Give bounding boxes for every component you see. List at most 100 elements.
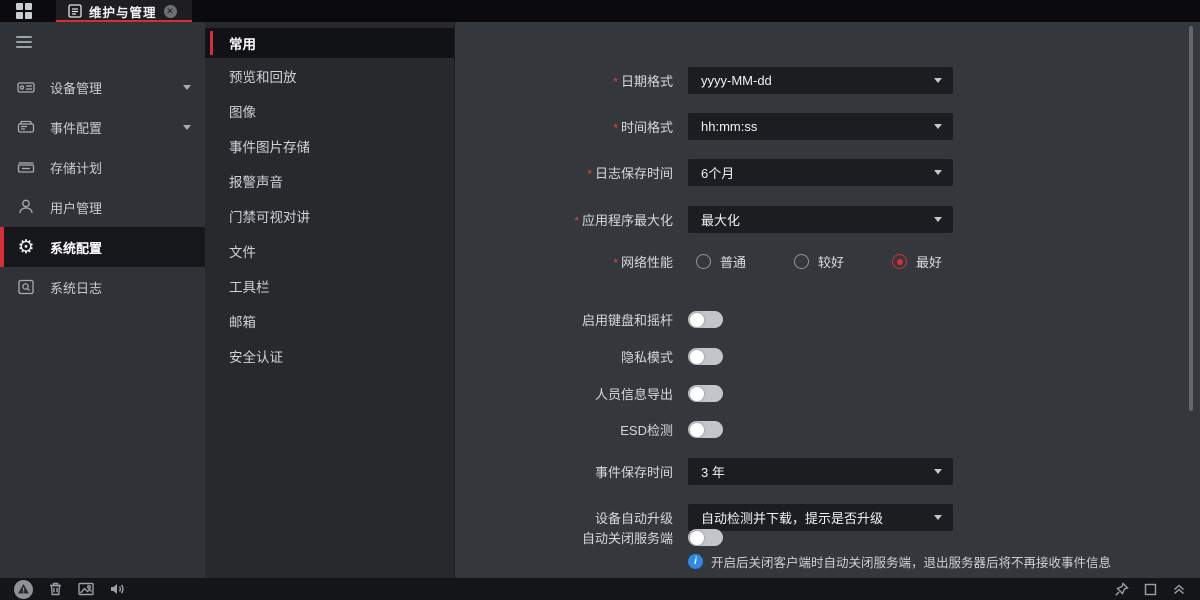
sidebar-item-user-management[interactable]: 用户管理	[0, 187, 205, 227]
device-auto-upgrade-select[interactable]: 自动检测并下载，提示是否升级	[688, 504, 953, 531]
modules-grid-icon[interactable]	[0, 0, 56, 22]
submenu-item-access-intercom[interactable]: 门禁可视对讲	[205, 198, 454, 233]
field-label: 自动关闭服务端	[456, 528, 673, 547]
maximize-icon[interactable]	[1144, 583, 1157, 596]
submenu-item-common[interactable]: 常用	[205, 28, 454, 58]
submenu-item-toolbar[interactable]: 工具栏	[205, 268, 454, 303]
note-text: 开启后关闭客户端时自动关闭服务端，退出服务器后将不再接收事件信息	[711, 552, 1111, 571]
radio-icon	[794, 254, 809, 269]
submenu-label: 安全认证	[229, 346, 283, 366]
radio-label: 普通	[720, 252, 746, 271]
collapse-icon[interactable]	[1172, 583, 1186, 596]
tab-label: 维护与管理	[89, 2, 157, 21]
chevron-down-icon	[183, 85, 191, 90]
trash-icon[interactable]	[48, 581, 63, 597]
radio-icon	[892, 254, 907, 269]
network-performance-radio-group: 普通 较好 最好	[696, 252, 942, 271]
form-row-keyboard-joystick: 启用键盘和摇杆	[456, 310, 1200, 329]
field-label: 应用程序最大化	[456, 210, 673, 229]
event-keep-time-select[interactable]: 3 年	[688, 458, 953, 485]
form-row-device-auto-upgrade: 设备自动升级 自动检测并下载，提示是否升级	[456, 504, 1200, 531]
auto-close-server-toggle[interactable]	[688, 529, 723, 546]
footer-left-icons	[0, 580, 125, 599]
select-value: 最大化	[701, 210, 740, 229]
submenu-item-event-picture-storage[interactable]: 事件图片存储	[205, 128, 454, 163]
form-row-app-maximize: 应用程序最大化 最大化	[456, 206, 1200, 233]
alarm-icon[interactable]	[14, 580, 33, 599]
settings-submenu: 常用 预览和回放 图像 事件图片存储 报警声音 门禁可视对讲 文件 工具栏 邮箱…	[205, 22, 455, 578]
hamburger-icon[interactable]	[16, 36, 32, 48]
sidebar-item-system-config[interactable]: ⚙ 系统配置	[0, 227, 205, 267]
speaker-icon[interactable]	[109, 582, 125, 596]
form-row-auto-close-server: 自动关闭服务端	[456, 528, 1200, 547]
log-icon	[15, 276, 37, 298]
toggle-knob	[690, 387, 704, 401]
keyboard-joystick-toggle[interactable]	[688, 311, 723, 328]
submenu-label: 图像	[229, 101, 256, 121]
chevron-down-icon	[934, 78, 942, 83]
radio-best[interactable]: 最好	[892, 252, 942, 271]
info-icon	[688, 554, 703, 569]
submenu-item-security-auth[interactable]: 安全认证	[205, 338, 454, 373]
sidebar-item-storage-plan[interactable]: 存储计划	[0, 147, 205, 187]
select-value: yyyy-MM-dd	[701, 73, 772, 88]
chevron-down-icon	[183, 125, 191, 130]
submenu-item-image[interactable]: 图像	[205, 93, 454, 128]
app-maximize-select[interactable]: 最大化	[688, 206, 953, 233]
gear-icon: ⚙	[15, 236, 37, 258]
privacy-mode-toggle[interactable]	[688, 348, 723, 365]
toggle-knob	[690, 423, 704, 437]
radio-better[interactable]: 较好	[794, 252, 844, 271]
select-value: 6个月	[701, 163, 734, 182]
form-row-esd-detection: ESD检测	[456, 420, 1200, 439]
submenu-label: 门禁可视对讲	[229, 206, 310, 226]
sidebar-item-event-config[interactable]: 事件配置	[0, 107, 205, 147]
chevron-down-icon	[934, 217, 942, 222]
submenu-item-file[interactable]: 文件	[205, 233, 454, 268]
time-format-select[interactable]: hh:mm:ss	[688, 113, 953, 140]
tab-bar: 维护与管理	[0, 0, 1200, 22]
person-info-export-toggle[interactable]	[688, 385, 723, 402]
select-value: 3 年	[701, 462, 725, 481]
submenu-label: 报警声音	[229, 171, 283, 191]
pin-icon[interactable]	[1114, 582, 1129, 597]
toggle-knob	[690, 313, 704, 327]
log-keep-time-select[interactable]: 6个月	[688, 159, 953, 186]
field-label: 事件保存时间	[456, 462, 673, 481]
sidebar-item-label: 事件配置	[50, 118, 102, 137]
image-icon[interactable]	[78, 582, 94, 596]
device-icon	[15, 76, 37, 98]
chevron-down-icon	[934, 124, 942, 129]
scrollbar-thumb[interactable]	[1189, 26, 1193, 411]
sidebar-item-label: 存储计划	[50, 158, 102, 177]
submenu-label: 文件	[229, 241, 256, 261]
submenu-item-alarm-sound[interactable]: 报警声音	[205, 163, 454, 198]
modules-grid-glyph	[16, 3, 32, 19]
footer-right-icons	[1114, 582, 1200, 597]
form-row-log-keep-time: 日志保存时间 6个月	[456, 159, 1200, 186]
app-window: 维护与管理 设备管理 事件配置 存储计划	[0, 0, 1200, 600]
chevron-down-icon	[934, 515, 942, 520]
select-value: 自动检测并下载，提示是否升级	[701, 508, 883, 527]
esd-detection-toggle[interactable]	[688, 421, 723, 438]
submenu-item-preview-playback[interactable]: 预览和回放	[205, 58, 454, 93]
field-label: 日志保存时间	[456, 163, 673, 182]
submenu-label: 预览和回放	[229, 66, 297, 86]
submenu-label: 工具栏	[229, 276, 270, 296]
form-row-privacy-mode: 隐私模式	[456, 347, 1200, 366]
alarm-circle	[14, 580, 33, 599]
field-label: 日期格式	[456, 71, 673, 90]
sidebar-item-system-log[interactable]: 系统日志	[0, 267, 205, 307]
radio-normal[interactable]: 普通	[696, 252, 746, 271]
submenu-item-email[interactable]: 邮箱	[205, 303, 454, 338]
form-row-date-format: 日期格式 yyyy-MM-dd	[456, 67, 1200, 94]
chevron-down-icon	[934, 170, 942, 175]
close-icon[interactable]	[164, 5, 177, 18]
sidebar-item-device-management[interactable]: 设备管理	[0, 67, 205, 107]
submenu-label: 事件图片存储	[229, 136, 310, 156]
date-format-select[interactable]: yyyy-MM-dd	[688, 67, 953, 94]
user-icon	[15, 196, 37, 218]
submenu-label: 常用	[229, 33, 256, 53]
tab-maintenance[interactable]: 维护与管理	[56, 0, 192, 22]
auto-close-server-note: 开启后关闭客户端时自动关闭服务端，退出服务器后将不再接收事件信息	[688, 552, 1111, 571]
